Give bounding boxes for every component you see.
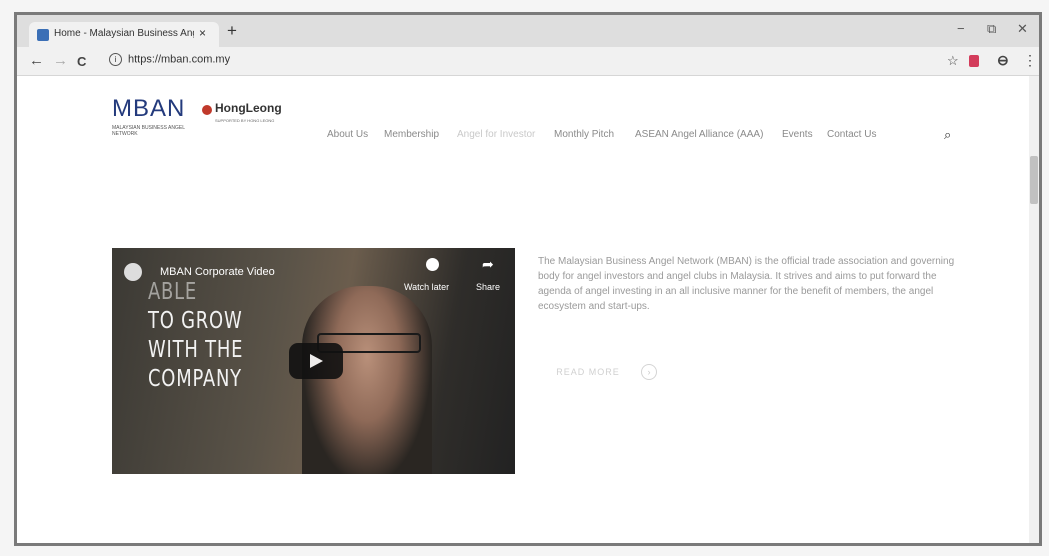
reload-button[interactable]: C (77, 54, 86, 69)
nav-angel-for-investor[interactable]: Angel for Investor (457, 129, 535, 140)
share-icon[interactable]: ➦ (482, 256, 494, 273)
tab-title: Home - Malaysian Business Ang (54, 28, 194, 39)
web-page: MBAN HongLeong MALAYSIAN BUSINESS ANGEL … (17, 76, 1037, 543)
window-close-button[interactable]: ✕ (1017, 21, 1028, 37)
hongleong-flower-icon (202, 105, 212, 115)
watch-later-button[interactable]: Watch later (404, 282, 449, 292)
site-logo[interactable]: MBAN HongLeong MALAYSIAN BUSINESS ANGEL … (112, 95, 282, 139)
restore-button[interactable]: ⧉ (987, 21, 996, 37)
overlay-line: ABLE (148, 279, 198, 305)
browser-tabstrip: Home - Malaysian Business Ang × + − ⧉ ✕ (17, 15, 1039, 47)
nav-events[interactable]: Events (782, 129, 813, 140)
read-more-button[interactable]: READ MORE (538, 360, 638, 384)
nav-monthly-pitch[interactable]: Monthly Pitch (554, 129, 614, 140)
url-text: https://mban.com.my (128, 53, 231, 66)
minimize-button[interactable]: − (957, 21, 965, 36)
logo-mban-text: MBAN (112, 95, 186, 122)
tab-close-icon[interactable]: × (199, 26, 206, 40)
clock-icon[interactable] (426, 258, 439, 271)
nav-asean-angel-alliance[interactable]: ASEAN Angel Alliance (AAA) (635, 129, 763, 140)
extension-icon[interactable] (969, 55, 979, 67)
back-button[interactable]: ← (29, 52, 44, 69)
video-title[interactable]: MBAN Corporate Video (160, 266, 275, 278)
bookmark-star-icon[interactable]: ☆ (947, 53, 959, 69)
browser-tab[interactable]: Home - Malaysian Business Ang × (29, 22, 219, 47)
favicon-icon (37, 29, 49, 41)
account-icon[interactable]: ⊖ (997, 52, 1009, 69)
overlay-line: WITH THE (148, 337, 244, 363)
address-bar[interactable]: i https://mban.com.my (109, 53, 230, 66)
video-player[interactable]: MBAN Corporate Video ABLE TO GROW WITH T… (112, 248, 515, 474)
search-icon[interactable]: ⌕ (944, 127, 951, 143)
play-button[interactable] (289, 343, 343, 379)
read-more-arrow-icon[interactable]: › (641, 364, 657, 380)
video-thumbnail-person (302, 286, 432, 474)
scrollbar-thumb[interactable] (1030, 156, 1038, 204)
new-tab-button[interactable]: + (227, 21, 237, 41)
overlay-line: COMPANY (148, 366, 242, 392)
logo-partner-subtitle: SUPPORTED BY HONG LEONG (215, 118, 275, 123)
logo-subtitle: MALAYSIAN BUSINESS ANGEL NETWORK (112, 125, 185, 137)
video-overlay-text: ABLE TO GROW WITH THE COMPANY (148, 278, 265, 394)
forward-button[interactable]: → (53, 52, 68, 69)
menu-icon[interactable]: ⋮ (1023, 52, 1037, 69)
page-scrollbar[interactable] (1029, 76, 1039, 543)
nav-contact-us[interactable]: Contact Us (827, 129, 876, 140)
share-button[interactable]: Share (476, 282, 500, 292)
browser-toolbar: ← → C i https://mban.com.my ☆ ⊖ ⋮ (17, 47, 1039, 76)
nav-membership[interactable]: Membership (384, 129, 439, 140)
nav-about-us[interactable]: About Us (327, 129, 368, 140)
site-info-icon[interactable]: i (109, 53, 122, 66)
logo-partner-text: HongLeong (215, 101, 282, 115)
intro-paragraph: The Malaysian Business Angel Network (MB… (538, 256, 955, 312)
channel-avatar[interactable] (124, 263, 142, 281)
screenshot-frame: Home - Malaysian Business Ang × + − ⧉ ✕ … (14, 12, 1042, 546)
overlay-line: TO GROW (148, 308, 243, 334)
